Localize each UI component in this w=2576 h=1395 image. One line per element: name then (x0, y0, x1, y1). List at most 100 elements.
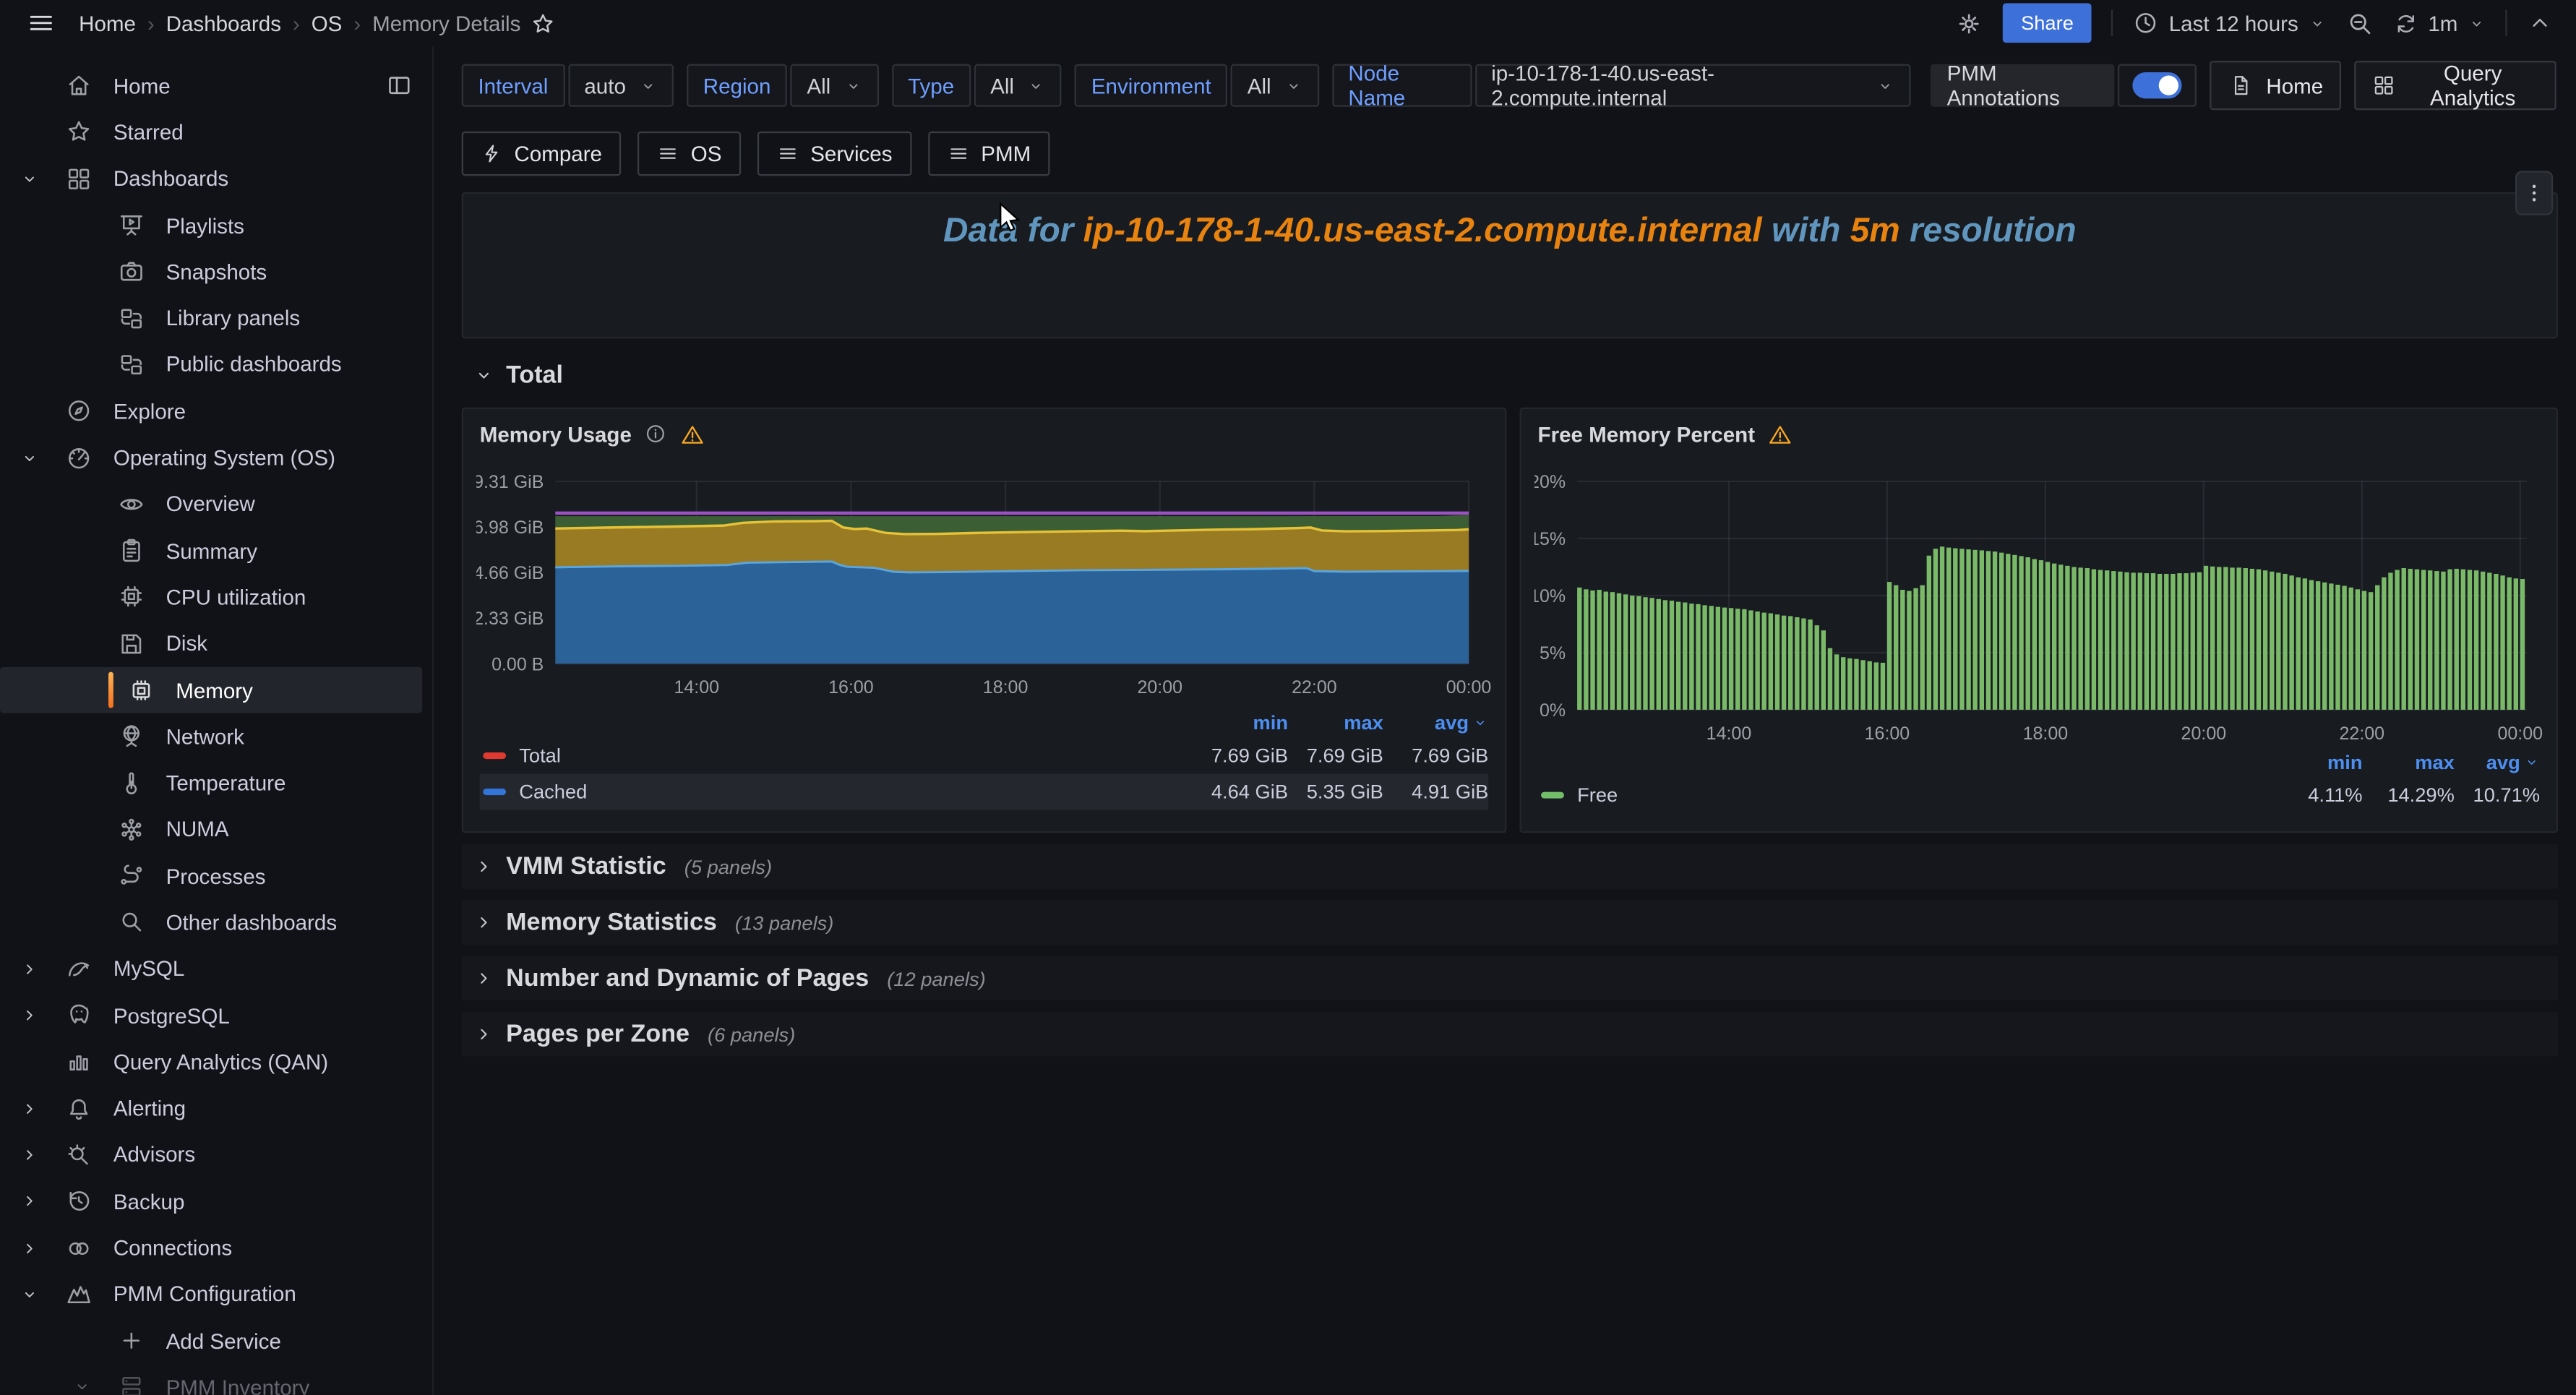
sidebar-item-processes[interactable]: Processes (0, 853, 432, 899)
chevron-right-icon[interactable] (20, 959, 43, 979)
favorite-star-icon[interactable] (531, 11, 555, 35)
legend-sort-min[interactable]: min (1193, 711, 1288, 734)
sidebar-item-temperature[interactable]: Temperature (0, 760, 432, 806)
sidebar-item-explore[interactable]: Explore (0, 388, 432, 434)
legend-sort-min[interactable]: min (2277, 751, 2362, 774)
info-icon (645, 422, 668, 445)
time-range-picker[interactable]: Last 12 hours (2133, 10, 2327, 36)
breadcrumb-item[interactable]: Dashboards (166, 11, 281, 35)
time-range-label: Last 12 hours (2169, 11, 2298, 35)
sidebar-item-memory[interactable]: Memory (0, 667, 422, 713)
chevron-down-icon[interactable] (20, 447, 43, 467)
section-total[interactable]: Total (462, 353, 2558, 398)
menu-icon[interactable] (26, 8, 56, 38)
zoom-out-icon[interactable] (2346, 9, 2374, 38)
collapse-up-icon[interactable] (2527, 10, 2553, 36)
chevron-right-icon (473, 912, 495, 934)
sidebar-item-mysql[interactable]: MySQL (0, 945, 432, 992)
breadcrumb-item[interactable]: Memory Details (372, 11, 520, 35)
chevron-right-icon[interactable] (20, 1238, 43, 1258)
legend-sort-max[interactable]: max (1288, 711, 1383, 734)
chevron-right-icon[interactable] (20, 1099, 43, 1118)
section-memory-statistics[interactable]: Memory Statistics(13 panels) (462, 901, 2558, 945)
sidebar-item-query-analytics-qan[interactable]: Query Analytics (QAN) (0, 1039, 432, 1085)
sidebar-item-add-service[interactable]: Add Service (0, 1318, 432, 1364)
svg-text:20:00: 20:00 (2181, 724, 2227, 744)
chevron-down-icon[interactable] (20, 1284, 43, 1304)
sidebar-item-advisors[interactable]: Advisors (0, 1132, 432, 1178)
warning-icon[interactable] (1768, 421, 1793, 446)
pmm-annotations-toggle[interactable] (2118, 64, 2197, 107)
section-number-and-dynamic-of-pages[interactable]: Number and Dynamic of Pages(12 panels) (462, 956, 2558, 1000)
sidebar-item-numa[interactable]: NUMA (0, 806, 432, 852)
sidebar-item-library-panels[interactable]: Library panels (0, 295, 432, 341)
legend-sort-max[interactable]: max (2363, 751, 2455, 774)
sidebar-item-postgresql[interactable]: PostgreSQL (0, 992, 432, 1039)
free-memory-chart[interactable]: 0%5%10%15%20%14:0016:0018:0020:0022:0000… (1534, 475, 2562, 746)
home-button[interactable]: Home (2210, 61, 2341, 110)
panel-header[interactable]: Free Memory Percent (1521, 409, 2556, 458)
link-os-button[interactable]: OS (638, 132, 742, 176)
legend-sort-avg[interactable]: avg (1383, 711, 1488, 734)
sidebar-item-label: Other dashboards (166, 910, 338, 935)
connections-icon (66, 1235, 92, 1261)
sidebar-item-connections[interactable]: Connections (0, 1224, 432, 1271)
sidebar-item-pmm-configuration[interactable]: PMM Configuration (0, 1271, 432, 1318)
link-pmm-button[interactable]: PMM (929, 132, 1051, 176)
sidebar-item-network[interactable]: Network (0, 713, 432, 760)
variable-value-dropdown[interactable]: All (1231, 64, 1318, 107)
sidebar-item-home[interactable]: Home (0, 62, 432, 108)
gear-icon[interactable] (1955, 9, 1983, 38)
sidebar-item-dashboards[interactable]: Dashboards (0, 155, 432, 202)
angle-up-icon[interactable] (2527, 10, 2553, 36)
variable-value-dropdown[interactable]: auto (568, 64, 674, 107)
sidebar-item-playlists[interactable]: Playlists (0, 202, 432, 248)
share-button[interactable]: Share (2003, 4, 2092, 43)
breadcrumb-item[interactable]: Home (79, 11, 136, 35)
chevron-right-icon[interactable] (20, 1005, 43, 1025)
chevron-down-icon[interactable] (72, 1378, 95, 1395)
chevron-down-icon[interactable] (20, 169, 43, 189)
variable-value-dropdown[interactable]: ip-10-178-1-40.us-east-2.compute.interna… (1474, 64, 1910, 107)
legend-row-total[interactable]: Total7.69 GiB7.69 GiB7.69 GiB (480, 738, 1489, 774)
section-pages-per-zone[interactable]: Pages per Zone(6 panels) (462, 1012, 2558, 1056)
sidebar-item-overview[interactable]: Overview (0, 481, 432, 527)
query-analytics-button[interactable]: Query Analytics (2354, 61, 2556, 110)
link-services-button[interactable]: Services (757, 132, 911, 176)
legend-sort-avg[interactable]: avg (2455, 751, 2540, 774)
warning-icon[interactable] (681, 421, 705, 446)
link-compare-button[interactable]: Compare (462, 132, 622, 176)
chevron-right-icon[interactable] (20, 1145, 43, 1164)
sidebar-item-snapshots[interactable]: Snapshots (0, 249, 432, 295)
breadcrumb-item[interactable]: OS (312, 11, 343, 35)
search-minus-icon[interactable] (2346, 9, 2374, 38)
sidebar-item-summary[interactable]: Summary (0, 528, 432, 574)
sidebar-item-label: Network (166, 724, 244, 749)
sidebar-item-disk[interactable]: Disk (0, 620, 432, 666)
sidebar-item-other-dashboards[interactable]: Other dashboards (0, 899, 432, 945)
sidebar-item-backup[interactable]: Backup (0, 1178, 432, 1224)
dashboard-settings-gear-icon[interactable] (1955, 9, 1983, 38)
numa-icon (119, 816, 145, 842)
sidebar-item-pmm-inventory[interactable]: PMM Inventory (0, 1364, 432, 1394)
sidebar-item-cpu-utilization[interactable]: CPU utilization (0, 574, 432, 620)
sidebar-item-starred[interactable]: Starred (0, 109, 432, 155)
panel-header[interactable]: Memory Usage (463, 409, 1505, 458)
dock-sidebar-icon[interactable] (386, 72, 412, 107)
panel-menu-kebab-icon[interactable] (2515, 171, 2553, 215)
sidebar-item-public-dashboards[interactable]: Public dashboards (0, 341, 432, 387)
sidebar-item-operating-system-os[interactable]: Operating System (OS) (0, 434, 432, 481)
legend-row-free[interactable]: Free4.11%14.29%10.71% (1538, 777, 2541, 813)
legend-value: 4.11% (2277, 784, 2362, 807)
star-icon[interactable] (531, 11, 555, 35)
memory-usage-chart[interactable]: 9.31 GiB6.98 GiB4.66 GiB2.33 GiB0.00 B14… (476, 475, 1495, 698)
legend-row-cached[interactable]: Cached4.64 GiB5.35 GiB4.91 GiB (480, 774, 1489, 810)
camera-icon (119, 259, 145, 285)
sidebar-item-alerting[interactable]: Alerting (0, 1085, 432, 1131)
variable-value-dropdown[interactable]: All (791, 64, 878, 107)
refresh-picker[interactable]: 1m (2394, 11, 2486, 35)
chevron-right-icon[interactable] (20, 1192, 43, 1211)
section-vmm-statistic[interactable]: VMM Statistic(5 panels) (462, 844, 2558, 888)
variable-value-dropdown[interactable]: All (974, 64, 1061, 107)
info-icon[interactable] (645, 422, 668, 445)
